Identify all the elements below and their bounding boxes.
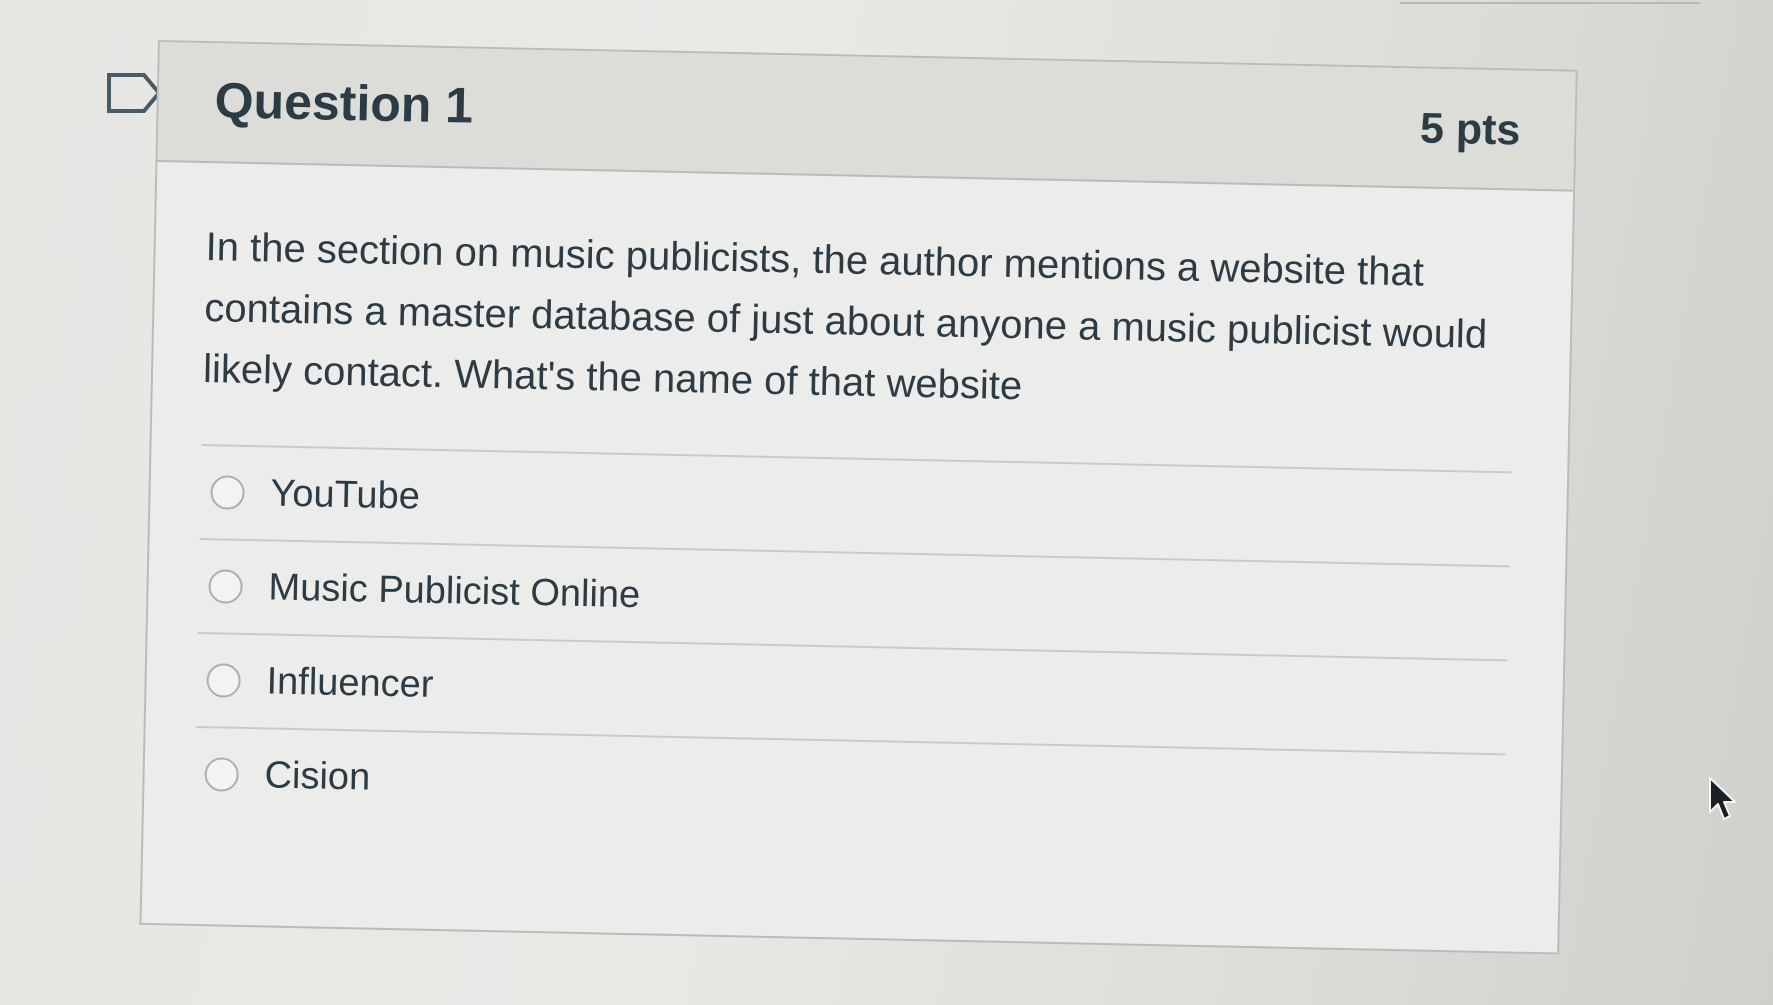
question-points: 5 pts bbox=[1419, 104, 1521, 155]
question-body: In the section on music publicists, the … bbox=[144, 162, 1573, 849]
mouse-pointer-icon bbox=[1709, 777, 1736, 820]
radio-button-icon[interactable] bbox=[208, 569, 243, 604]
question-text: In the section on music publicists, the … bbox=[202, 225, 1488, 409]
flag-question-icon[interactable] bbox=[106, 72, 162, 114]
answer-label: Influencer bbox=[266, 659, 434, 706]
answer-label: Cision bbox=[264, 753, 371, 799]
answer-label: Music Publicist Online bbox=[268, 565, 641, 616]
answer-label: YouTube bbox=[270, 471, 421, 518]
question-card: Question 1 5 pts In the section on music… bbox=[139, 40, 1578, 955]
radio-button-icon[interactable] bbox=[210, 475, 245, 510]
question-title: Question 1 bbox=[214, 72, 474, 134]
answer-list: YouTube Music Publicist Online Influence… bbox=[193, 444, 1512, 848]
top-divider bbox=[1400, 2, 1700, 4]
radio-button-icon[interactable] bbox=[206, 663, 241, 698]
radio-button-icon[interactable] bbox=[204, 757, 239, 792]
